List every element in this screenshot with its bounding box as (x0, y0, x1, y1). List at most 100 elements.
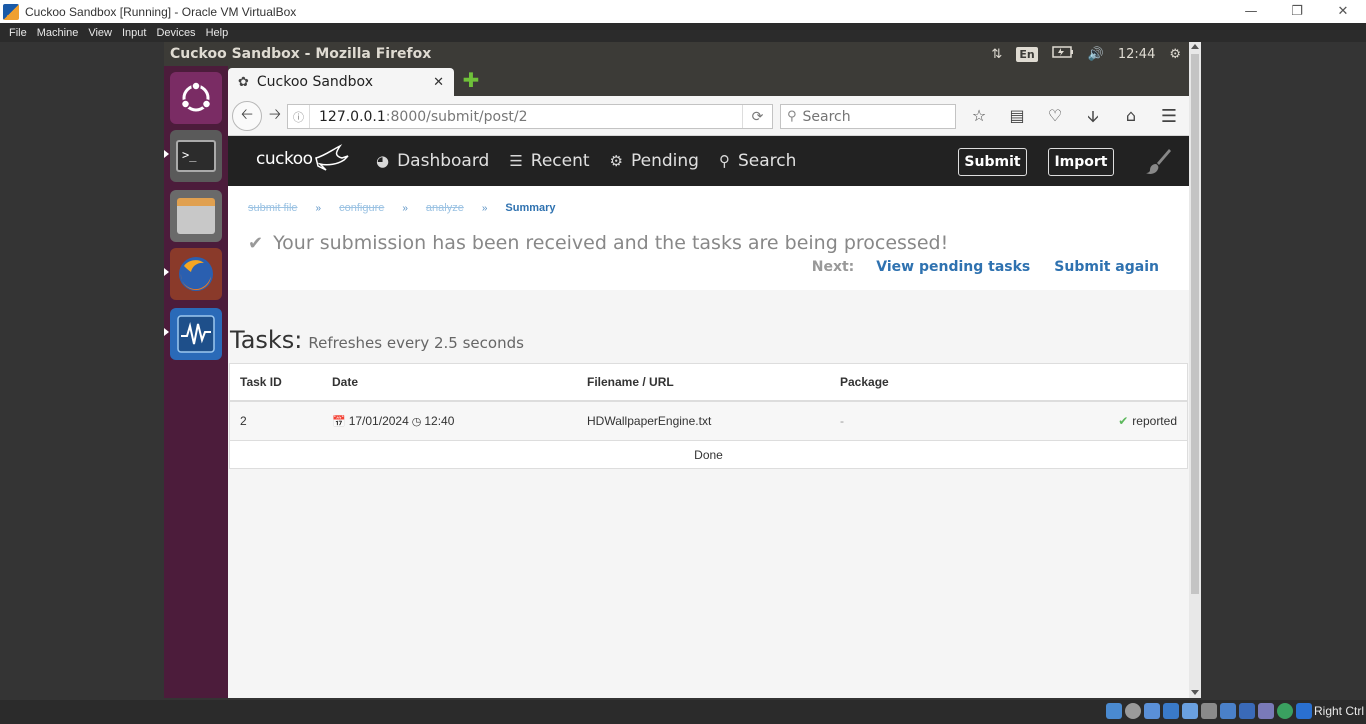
scroll-down-icon[interactable] (1191, 690, 1199, 695)
cuckoo-nav-links: ◕ Dashboard ☰ Recent ⚙ Pending ⚲ Search (376, 136, 816, 186)
new-tab-button[interactable]: ✚ (462, 68, 480, 92)
submit-button[interactable]: Submit (958, 148, 1027, 176)
submit-again-link[interactable]: Submit again (1054, 259, 1159, 275)
gear-icon[interactable]: ⚙ (1169, 47, 1181, 62)
nav-search[interactable]: ⚲ Search (719, 151, 796, 171)
tab-cuckoo[interactable]: ✿ Cuckoo Sandbox ✕ (228, 68, 454, 96)
pocket-icon[interactable]: ♡ (1044, 106, 1066, 133)
files-icon[interactable] (170, 190, 222, 242)
clock[interactable]: 12:44 (1118, 47, 1155, 62)
back-button[interactable]: 🡠 (232, 101, 262, 131)
vbox-status-icons (1106, 703, 1312, 719)
home-icon[interactable]: ⌂ (1120, 106, 1142, 133)
volume-icon[interactable]: 🔊 (1088, 47, 1104, 62)
menu-devices[interactable]: Devices (151, 27, 200, 39)
task-status: ✔ reported (1040, 414, 1187, 428)
nav-pending-label: Pending (631, 151, 699, 171)
breadcrumb-separator-icon: » (481, 202, 488, 214)
cuckoo-logo[interactable]: cuckoo (256, 149, 313, 169)
menu-view[interactable]: View (83, 27, 117, 39)
success-text: Your submission has been received and th… (273, 232, 949, 254)
toolbar-icons: ☆ ▤ ♡ 🡫 ⌂ (968, 106, 1142, 133)
firefox-icon[interactable] (170, 248, 222, 300)
audio-icon[interactable] (1144, 703, 1160, 719)
download-icon[interactable]: 🡫 (1082, 106, 1104, 133)
firefox-window: ✿ Cuckoo Sandbox ✕ ✚ 🡠 🡢 ⓘ 127.0.0.1:800… (228, 66, 1189, 698)
usb-icon[interactable] (1182, 703, 1198, 719)
close-tab-icon[interactable]: ✕ (433, 75, 444, 90)
info-icon[interactable]: ⓘ (288, 105, 310, 128)
navigation-toolbar: 🡠 🡢 ⓘ 127.0.0.1:8000/submit/post/2 ⟳ ⚲ ☆… (228, 96, 1189, 136)
tasks-heading: Tasks: Refreshes every 2.5 seconds (230, 326, 524, 354)
guest-indicators: ⇅ En 🔊 12:44 ⚙ (991, 42, 1181, 66)
dashboard-icon: ◕ (376, 152, 390, 170)
unity-launcher: >_ (164, 66, 228, 698)
forward-button[interactable]: 🡢 (265, 105, 285, 126)
keyboard-capture-icon[interactable] (1296, 703, 1312, 719)
nav-dashboard-label: Dashboard (397, 151, 490, 171)
hamburger-menu-icon[interactable]: ☰ (1161, 106, 1177, 127)
virtualbox-icon (3, 3, 19, 20)
column-date: Date (332, 375, 359, 389)
keyboard-lang-indicator[interactable]: En (1016, 46, 1038, 62)
network-adapter-icon[interactable] (1163, 703, 1179, 719)
success-message: ✔ Your submission has been received and … (248, 232, 948, 254)
column-filename: Filename / URL (587, 375, 674, 389)
breadcrumb-configure[interactable]: configure (339, 202, 384, 214)
table-footer: Done (694, 447, 723, 462)
nav-recent[interactable]: ☰ Recent (509, 151, 589, 171)
guest-scrollbar[interactable] (1189, 42, 1201, 698)
minimize-button[interactable]: — (1228, 0, 1274, 23)
breadcrumb-summary: Summary (505, 202, 556, 214)
display-icon[interactable] (1220, 703, 1236, 719)
clock-icon: ◷ (411, 415, 422, 428)
close-button[interactable]: ✕ (1320, 0, 1366, 23)
paintbrush-icon[interactable] (1145, 147, 1171, 175)
task-filename: HDWallpaperEngine.txt (587, 414, 712, 428)
breadcrumb-analyze[interactable]: analyze (426, 202, 464, 214)
terminal-icon[interactable]: >_ (170, 130, 222, 182)
cuckoo-bird-icon (315, 144, 349, 171)
reload-icon[interactable]: ⟳ (742, 105, 772, 128)
list-icon: ☰ (509, 152, 523, 170)
battery-icon[interactable] (1051, 46, 1074, 62)
nav-dashboard[interactable]: ◕ Dashboard (376, 151, 489, 171)
host-window-controls: — ❐ ✕ (1228, 0, 1366, 23)
url-bar[interactable]: ⓘ 127.0.0.1:8000/submit/post/2 ⟳ (287, 104, 773, 129)
task-id: 2 (240, 414, 247, 428)
nav-pending[interactable]: ⚙ Pending (610, 151, 699, 171)
task-package: - (840, 414, 844, 428)
host-window-title: Cuckoo Sandbox [Running] - Oracle VM Vir… (25, 4, 297, 19)
search-input[interactable] (802, 108, 943, 125)
restore-button[interactable]: ❐ (1274, 0, 1320, 23)
scrollbar-thumb[interactable] (1191, 54, 1199, 594)
view-pending-tasks-link[interactable]: View pending tasks (876, 259, 1030, 275)
recording-icon[interactable] (1239, 703, 1255, 719)
url-path: :8000/submit/post/2 (385, 108, 528, 125)
bookmark-star-icon[interactable]: ☆ (968, 106, 990, 133)
url-text[interactable]: 127.0.0.1:8000/submit/post/2 (319, 109, 742, 125)
host-key-label: Right Ctrl (1313, 704, 1364, 718)
tasks-refresh-note: Refreshes every 2.5 seconds (308, 334, 524, 352)
mouse-integration-icon[interactable] (1277, 703, 1293, 719)
reading-list-icon[interactable]: ▤ (1006, 106, 1028, 133)
breadcrumb: submit file » configure » analyze » Summ… (248, 202, 556, 214)
ubuntu-dash-icon[interactable] (170, 72, 222, 124)
breadcrumb-submit-file[interactable]: submit file (248, 202, 298, 214)
menu-help[interactable]: Help (201, 27, 234, 39)
task-date-value: 17/01/2024 (348, 414, 409, 428)
cpu-icon[interactable] (1258, 703, 1274, 719)
network-icon[interactable]: ⇅ (991, 47, 1002, 62)
menu-input[interactable]: Input (117, 27, 151, 39)
check-icon: ✔ (1118, 414, 1129, 428)
table-row[interactable]: 2 📅 17/01/2024 ◷ 12:40 HDWallpaperEngine… (230, 402, 1187, 441)
optical-drive-icon[interactable] (1125, 703, 1141, 719)
menu-machine[interactable]: Machine (32, 27, 84, 39)
system-monitor-icon[interactable] (170, 308, 222, 360)
import-button[interactable]: Import (1048, 148, 1114, 176)
shared-folders-icon[interactable] (1201, 703, 1217, 719)
scroll-up-icon[interactable] (1191, 44, 1199, 49)
menu-file[interactable]: File (4, 27, 32, 39)
search-bar[interactable]: ⚲ (780, 104, 956, 129)
hard-disk-icon[interactable] (1106, 703, 1122, 719)
